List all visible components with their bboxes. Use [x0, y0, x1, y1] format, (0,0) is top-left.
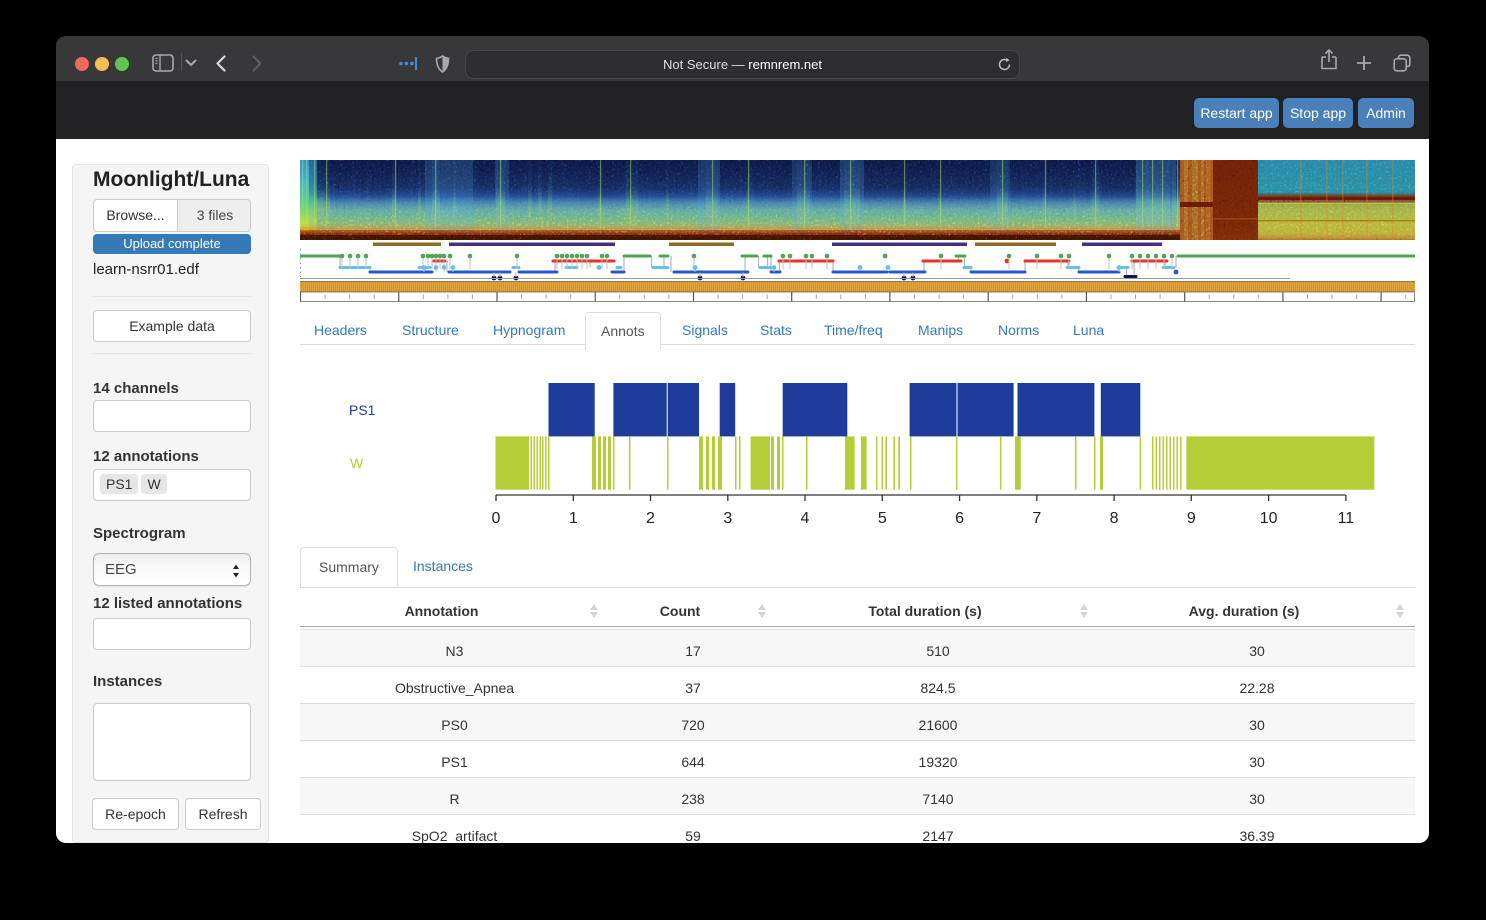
svg-text:9: 9 [1187, 510, 1196, 527]
svg-text:PS1: PS1 [349, 402, 376, 418]
svg-text:6: 6 [955, 510, 964, 527]
svg-text:10: 10 [1260, 510, 1278, 527]
svg-text:2: 2 [646, 510, 655, 527]
svg-text:8: 8 [1110, 510, 1119, 527]
svg-text:4: 4 [801, 510, 810, 527]
svg-text:1: 1 [569, 510, 578, 527]
svg-text:W: W [350, 455, 364, 471]
svg-text:5: 5 [878, 510, 887, 527]
svg-text:7: 7 [1032, 510, 1041, 527]
svg-text:11: 11 [1338, 510, 1355, 527]
svg-text:0: 0 [492, 510, 501, 527]
svg-text:3: 3 [723, 510, 732, 527]
